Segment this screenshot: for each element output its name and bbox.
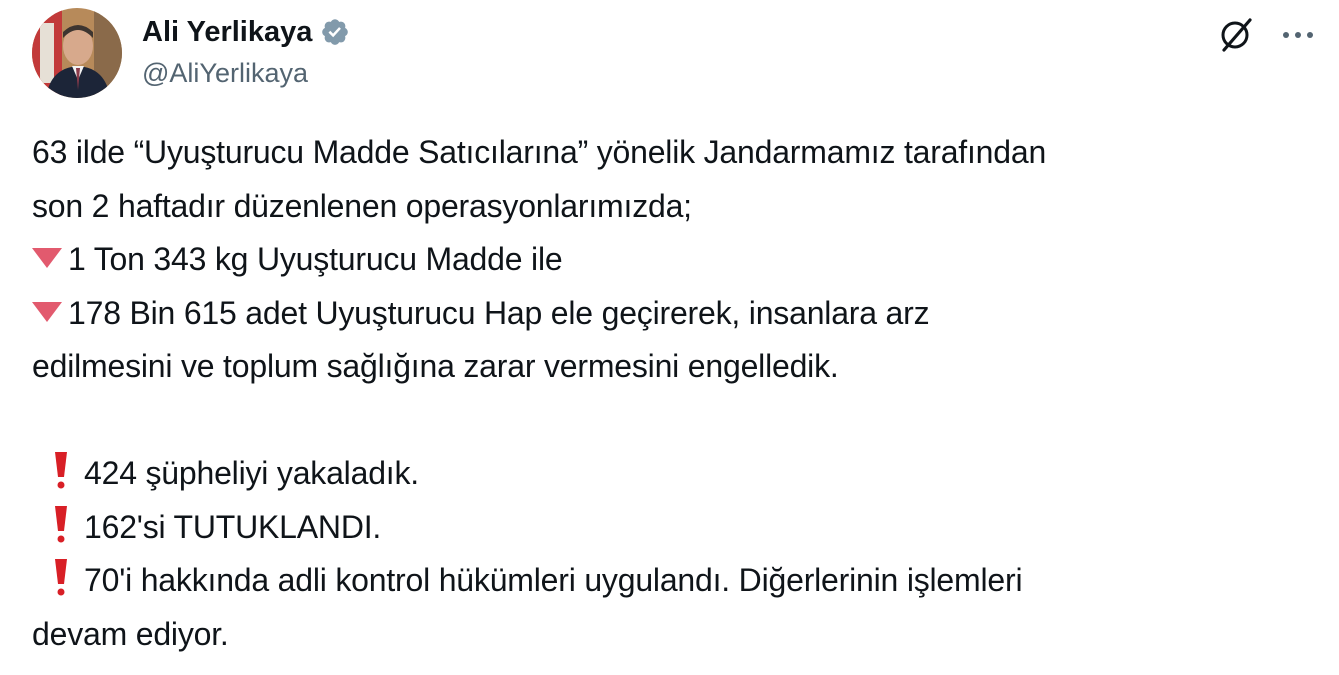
- tweet-line-3: 1 Ton 343 kg Uyuşturucu Madde ile: [32, 233, 1327, 287]
- red-exclamation-icon: [46, 450, 76, 490]
- name-row: Ali Yerlikaya: [142, 12, 350, 52]
- red-exclamation-icon: [46, 504, 76, 544]
- tweet-header: Ali Yerlikaya @AliYerlikaya: [32, 6, 1322, 98]
- tweet-line-3-text: 1 Ton 343 kg Uyuşturucu Madde ile: [68, 241, 563, 277]
- tweet-line-7-text: 162'si TUTUKLANDI.: [84, 508, 382, 545]
- author-handle[interactable]: @AliYerlikaya: [142, 58, 350, 89]
- red-triangle-down-icon: [32, 301, 62, 322]
- tweet-line-4: 178 Bin 615 adet Uyuşturucu Hap ele geçi…: [32, 287, 1327, 341]
- tweet-line-6: 424 şüpheliyi yakaladık.: [32, 447, 1327, 501]
- tweet-line-2: son 2 haftadır düzenlenen operasyonlarım…: [32, 187, 692, 224]
- tweet-line-5: edilmesini ve toplum sağlığına zarar ver…: [32, 348, 839, 384]
- grok-icon[interactable]: [1216, 14, 1256, 54]
- tweet-line-8-text: 70'i hakkında adli kontrol hükümleri uyg…: [84, 562, 1023, 598]
- display-name[interactable]: Ali Yerlikaya: [142, 16, 312, 49]
- tweet-line-6-text: 424 şüpheliyi yakaladık.: [84, 455, 419, 491]
- tweet-line-4-text: 178 Bin 615 adet Uyuşturucu Hap ele geçi…: [68, 294, 930, 331]
- red-exclamation-icon: [46, 557, 76, 597]
- author-block: Ali Yerlikaya @AliYerlikaya: [142, 12, 350, 89]
- verified-badge-icon[interactable]: [320, 17, 350, 47]
- red-triangle-down-icon: [32, 248, 62, 268]
- tweet-text: 63 ilde “Uyuşturucu Madde Satıcılarına” …: [32, 126, 1327, 661]
- tweet-line-8: 70'i hakkında adli kontrol hükümleri uyg…: [32, 554, 1327, 608]
- tweet-line-7: 162'si TUTUKLANDI.: [32, 501, 1327, 555]
- tweet-line-1: 63 ilde “Uyuşturucu Madde Satıcılarına” …: [32, 134, 1047, 170]
- more-options-icon[interactable]: [1272, 14, 1320, 54]
- avatar[interactable]: [32, 8, 122, 98]
- tweet-line-9: devam ediyor.: [32, 615, 229, 652]
